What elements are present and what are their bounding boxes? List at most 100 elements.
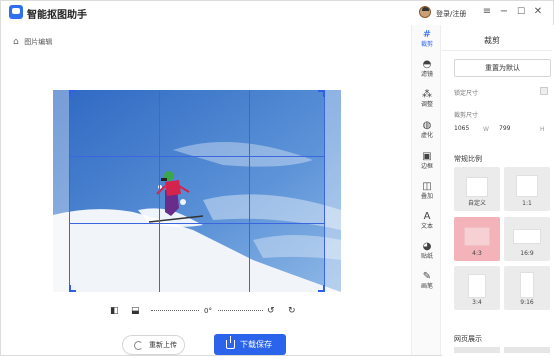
tool-label: 虚化: [420, 132, 433, 139]
menu-icon[interactable]: ≡: [481, 6, 493, 18]
web-ratio-option[interactable]: [454, 347, 500, 353]
home-icon[interactable]: ⌂: [13, 37, 22, 47]
crop-mask-right: [325, 90, 341, 292]
crop-handle-top-right[interactable]: [318, 90, 325, 97]
ratio-3-4[interactable]: 3:4: [454, 266, 500, 310]
ratio-preview: [513, 229, 541, 244]
tool-sidebar: # 裁剪 ◓ 滤镜 ⁂ 调整 ◍ 虚化 ▣ 边框 ◫ 叠加 A 文本 ◕ 贴纸: [411, 25, 441, 355]
brush-icon: ✎: [422, 271, 432, 282]
tool-blur[interactable]: ◍ 虚化: [412, 120, 442, 140]
flip-horizontal-icon[interactable]: ◧: [110, 305, 119, 317]
tool-adjust[interactable]: ⁂ 调整: [412, 89, 442, 109]
crop-mask-left: [53, 90, 69, 292]
ratio-9-16[interactable]: 9:16: [504, 266, 550, 310]
crop-size-label: 裁剪尺寸: [454, 112, 479, 119]
tool-label: 裁剪: [420, 41, 433, 48]
image-canvas[interactable]: [53, 90, 341, 292]
width-input[interactable]: 1065: [454, 125, 469, 132]
sticker-icon: ◕: [422, 241, 432, 252]
crop-grid-line: [69, 156, 325, 157]
lock-size-label: 锁定尺寸: [454, 90, 479, 97]
ratio-label: 3:4: [472, 299, 482, 306]
ratio-preview: [468, 274, 486, 298]
crop-panel: 裁剪 重置为默认 锁定尺寸 裁剪尺寸 1065 W 799 H 常规比例 自定义…: [442, 25, 554, 357]
border-icon: ▣: [422, 151, 432, 162]
height-unit: H: [540, 126, 545, 133]
tool-overlay[interactable]: ◫ 叠加: [412, 181, 442, 201]
crop-icon: #: [422, 29, 432, 40]
tool-brush[interactable]: ✎ 画笔: [412, 271, 442, 291]
text-icon: A: [423, 211, 431, 222]
crop-handle-top-left[interactable]: [69, 90, 76, 97]
rotation-slider-right[interactable]: [218, 310, 263, 311]
ratio-preview: [516, 175, 538, 197]
tool-label: 调整: [420, 101, 433, 108]
crop-grid-line: [69, 223, 325, 224]
maximize-icon[interactable]: ☐: [515, 6, 527, 18]
web-section-label: 网页展示: [454, 335, 482, 343]
ratio-label: 16:9: [520, 250, 534, 257]
crop-grid-line: [159, 90, 160, 292]
tool-crop[interactable]: # 裁剪: [412, 29, 442, 49]
ratio-label: 9:16: [520, 299, 534, 306]
refresh-icon: [134, 341, 143, 350]
adjust-icon: ⁂: [422, 89, 432, 100]
reset-default-button[interactable]: 重置为默认: [454, 59, 551, 77]
tool-filter[interactable]: ◓ 滤镜: [412, 59, 442, 79]
rotation-slider-left[interactable]: [151, 310, 199, 311]
ratio-label: 自定义: [467, 200, 486, 207]
crop-handle-bottom-left[interactable]: [69, 285, 76, 292]
overlay-icon: ◫: [422, 181, 432, 192]
ratio-1-1[interactable]: 1:1: [504, 167, 550, 211]
skier-photo: [53, 90, 341, 292]
tool-border[interactable]: ▣ 边框: [412, 151, 442, 171]
ratio-section-label: 常规比例: [454, 155, 482, 163]
width-unit: W: [483, 126, 489, 133]
tool-label: 贴纸: [420, 253, 433, 260]
rotate-right-icon[interactable]: ↻: [288, 305, 296, 317]
breadcrumb-label: 图片编辑: [24, 38, 53, 46]
filter-icon: ◓: [422, 59, 432, 70]
reupload-button[interactable]: 重新上传: [122, 335, 185, 355]
tool-text[interactable]: A 文本: [412, 211, 442, 231]
ratio-custom[interactable]: 自定义: [454, 167, 500, 211]
web-ratio-option[interactable]: [504, 347, 550, 353]
save-label: 下载保存: [240, 340, 272, 349]
app-window: 智能抠图助手 登录/注册 ≡ − ☐ ✕ ⌂ 图片编辑 ◧ ⬓ 0° ↺ ↻ 重…: [0, 0, 554, 357]
blur-icon: ◍: [422, 120, 432, 131]
rotate-left-icon[interactable]: ↺: [267, 305, 275, 317]
tool-label: 滤镜: [420, 71, 433, 78]
ratio-label: 1:1: [522, 200, 532, 207]
download-icon: [226, 336, 235, 349]
login-register-link[interactable]: 登录/注册: [436, 9, 466, 19]
crop-grid-line: [249, 90, 250, 292]
lock-size-checkbox[interactable]: [540, 87, 548, 95]
crop-grid-line: [69, 90, 70, 292]
title-bar: 智能抠图助手 登录/注册 ≡ − ☐ ✕: [1, 1, 553, 25]
minimize-icon[interactable]: −: [498, 6, 510, 18]
ratio-preview: [464, 227, 490, 246]
crop-handle-bottom-right[interactable]: [318, 285, 325, 292]
tool-sticker[interactable]: ◕ 贴纸: [412, 241, 442, 261]
rotation-value: 0°: [204, 307, 212, 315]
user-avatar[interactable]: [419, 6, 431, 18]
panel-divider: [442, 50, 552, 51]
app-title: 智能抠图助手: [27, 10, 87, 21]
height-input[interactable]: 799: [499, 125, 510, 132]
reupload-label: 重新上传: [149, 341, 177, 349]
crop-grid-line: [324, 90, 325, 292]
ratio-4-3[interactable]: 4:3: [454, 217, 500, 261]
ratio-preview: [520, 272, 534, 298]
tool-label: 边框: [420, 163, 433, 170]
flip-vertical-icon[interactable]: ⬓: [131, 305, 140, 317]
breadcrumb[interactable]: ⌂ 图片编辑: [13, 37, 52, 47]
close-icon[interactable]: ✕: [532, 6, 544, 18]
app-logo-icon: [9, 5, 23, 19]
tool-label: 文本: [420, 223, 433, 230]
download-save-button[interactable]: 下载保存: [214, 334, 286, 355]
transform-toolbar: ◧ ⬓ 0° ↺ ↻: [110, 305, 310, 317]
panel-title: 裁剪: [484, 36, 500, 45]
ratio-16-9[interactable]: 16:9: [504, 217, 550, 261]
ratio-label: 4:3: [472, 250, 482, 257]
ratio-preview: [466, 177, 488, 197]
